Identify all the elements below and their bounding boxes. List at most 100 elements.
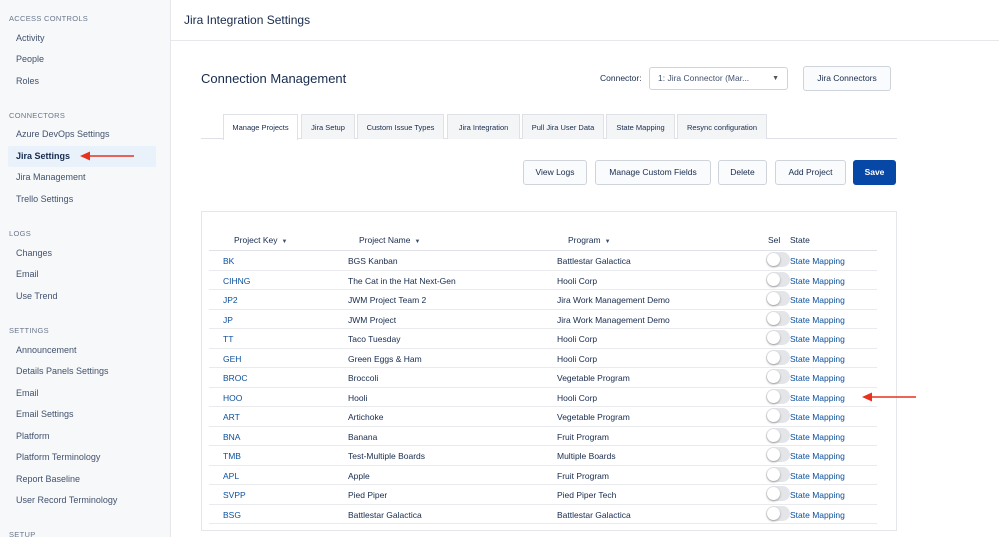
select-toggle[interactable] [766, 252, 790, 267]
project-key-link[interactable]: TT [223, 334, 233, 344]
sidebar-section-heading: LOGS [9, 229, 32, 238]
project-key-link[interactable]: BK [223, 256, 234, 266]
connector-select[interactable]: 1: Jira Connector (Mar... ▼ [649, 67, 788, 90]
tab-resync-configuration[interactable]: Resync configuration [677, 114, 767, 139]
project-name: Pied Piper [348, 490, 388, 500]
project-key-link[interactable]: BSG [223, 510, 241, 520]
sidebar-item-announcement[interactable]: Announcement [8, 340, 156, 361]
column-header-label: Project Name [359, 235, 411, 245]
program-name: Pied Piper Tech [557, 490, 617, 500]
table-row: JP2 JWM Project Team 2 Jira Work Managemen… [209, 290, 877, 310]
sidebar-item-jira-management[interactable]: Jira Management [8, 167, 156, 188]
sidebar-item-trello-settings[interactable]: Trello Settings [8, 189, 156, 210]
project-name: Apple [348, 470, 370, 481]
select-toggle[interactable] [766, 408, 790, 423]
tab-state-mapping[interactable]: State Mapping [606, 114, 675, 139]
chevron-down-icon: ▼ [772, 75, 779, 82]
program-name: Fruit Program [557, 470, 609, 481]
sidebar-item-user-record-terminology[interactable]: User Record Terminology [8, 490, 156, 511]
tab-jira-setup[interactable]: Jira Setup [301, 114, 355, 139]
state-mapping-link[interactable]: State Mapping [790, 432, 845, 442]
sidebar-item-details-panels-settings[interactable]: Details Panels Settings [8, 361, 156, 382]
state-mapping-link[interactable]: State Mapping [790, 412, 845, 422]
project-key-link[interactable]: HOO [223, 393, 242, 403]
project-key-link[interactable]: ART [223, 412, 240, 422]
add-project-button[interactable]: Add Project [775, 160, 846, 185]
sidebar-item-azure-devops-settings[interactable]: Azure DevOps Settings [8, 124, 156, 145]
select-toggle[interactable] [766, 291, 790, 306]
tab-manage-projects[interactable]: Manage Projects [223, 114, 298, 140]
project-key-link[interactable]: APL [223, 471, 239, 481]
toggle-knob [767, 428, 780, 442]
state-mapping-link[interactable]: State Mapping [790, 334, 845, 344]
state-mapping-link[interactable]: State Mapping [790, 393, 845, 403]
select-toggle[interactable] [766, 466, 790, 482]
program-name: Hooli Corp [557, 353, 598, 364]
table-row: CIHNG The Cat in the Hat Next-Gen Hooli Co… [209, 271, 877, 290]
sidebar-item-platform[interactable]: Platform [8, 426, 156, 447]
save-button[interactable]: Save [853, 160, 896, 185]
state-mapping-link[interactable]: State Mapping [790, 373, 845, 383]
column-header-project-name[interactable]: Project Name ▼ [359, 235, 420, 245]
state-mapping-link[interactable]: State Mapping [790, 451, 845, 461]
sidebar-item-roles[interactable]: Roles [8, 71, 156, 92]
state-mapping-link[interactable]: State Mapping [790, 490, 845, 500]
sidebar-item-email[interactable]: Email [8, 264, 156, 285]
table-row: BROC Broccoli Vegetable Program State Mappi… [209, 368, 877, 388]
project-key-link[interactable]: BNA [223, 432, 240, 442]
program-name: Vegetable Program [557, 412, 630, 422]
project-key-link[interactable]: JP [223, 315, 233, 325]
sidebar-section-heading: SETUP [9, 530, 36, 539]
project-key-link[interactable]: CIHNG [223, 276, 250, 286]
sidebar-item-email[interactable]: Email [8, 383, 156, 404]
connection-management-title: Connection Management [201, 71, 347, 86]
select-toggle[interactable] [766, 388, 790, 404]
select-toggle[interactable] [766, 330, 790, 345]
select-toggle[interactable] [766, 505, 790, 521]
project-key-link[interactable]: GEH [223, 354, 241, 364]
state-mapping-link[interactable]: State Mapping [790, 256, 845, 266]
column-header-program[interactable]: Program ▼ [568, 235, 611, 245]
sidebar-item-activity[interactable]: Activity [8, 28, 156, 49]
sidebar-item-use-trend[interactable]: Use Trend [8, 286, 156, 307]
project-name: Artichoke [348, 412, 384, 422]
state-mapping-link[interactable]: State Mapping [790, 510, 845, 520]
tab-jira-integration[interactable]: Jira Integration [447, 114, 520, 139]
project-key-link[interactable]: BROC [223, 373, 248, 383]
delete-button[interactable]: Delete [718, 160, 767, 185]
select-toggle[interactable] [766, 349, 790, 365]
select-toggle[interactable] [766, 427, 790, 443]
annotation-arrow-icon [862, 392, 916, 402]
toggle-knob [767, 292, 780, 305]
jira-connectors-button[interactable]: Jira Connectors [803, 66, 891, 91]
select-toggle[interactable] [766, 486, 790, 501]
project-name: Green Eggs & Ham [348, 353, 422, 364]
table-row: JP JWM Project Jira Work Management Demo St… [209, 310, 877, 329]
select-toggle[interactable] [766, 369, 790, 384]
connector-label: Connector: [600, 73, 642, 83]
manage-custom-fields-button[interactable]: Manage Custom Fields [595, 160, 711, 185]
table-row: GEH Green Eggs & Ham Hooli Corp State Mappi… [209, 349, 877, 368]
sidebar-item-changes[interactable]: Changes [8, 243, 156, 264]
column-header-project-key[interactable]: Project Key ▼ [234, 235, 287, 245]
select-toggle[interactable] [766, 447, 790, 462]
sidebar-item-people[interactable]: People [8, 49, 156, 70]
tab-pull-jira-user-data[interactable]: Pull Jira User Data [522, 114, 604, 139]
select-toggle[interactable] [766, 310, 790, 326]
state-mapping-link[interactable]: State Mapping [790, 276, 845, 286]
select-toggle[interactable] [766, 271, 790, 287]
sidebar-item-platform-terminology[interactable]: Platform Terminology [8, 447, 156, 468]
project-key-link[interactable]: TMB [223, 451, 241, 461]
state-mapping-link[interactable]: State Mapping [790, 471, 845, 481]
sidebar-item-report-baseline[interactable]: Report Baseline [8, 469, 156, 490]
state-mapping-link[interactable]: State Mapping [790, 354, 845, 364]
project-name: Battlestar Galactica [348, 509, 422, 520]
state-mapping-link[interactable]: State Mapping [790, 315, 845, 325]
view-logs-button[interactable]: View Logs [523, 160, 587, 185]
tab-custom-issue-types[interactable]: Custom Issue Types [357, 114, 444, 139]
sidebar-item-email-settings[interactable]: Email Settings [8, 404, 156, 425]
state-mapping-link[interactable]: State Mapping [790, 295, 845, 305]
project-key-link[interactable]: SVPP [223, 490, 246, 500]
project-key-link[interactable]: JP2 [223, 295, 238, 305]
program-name: Fruit Program [557, 431, 609, 442]
